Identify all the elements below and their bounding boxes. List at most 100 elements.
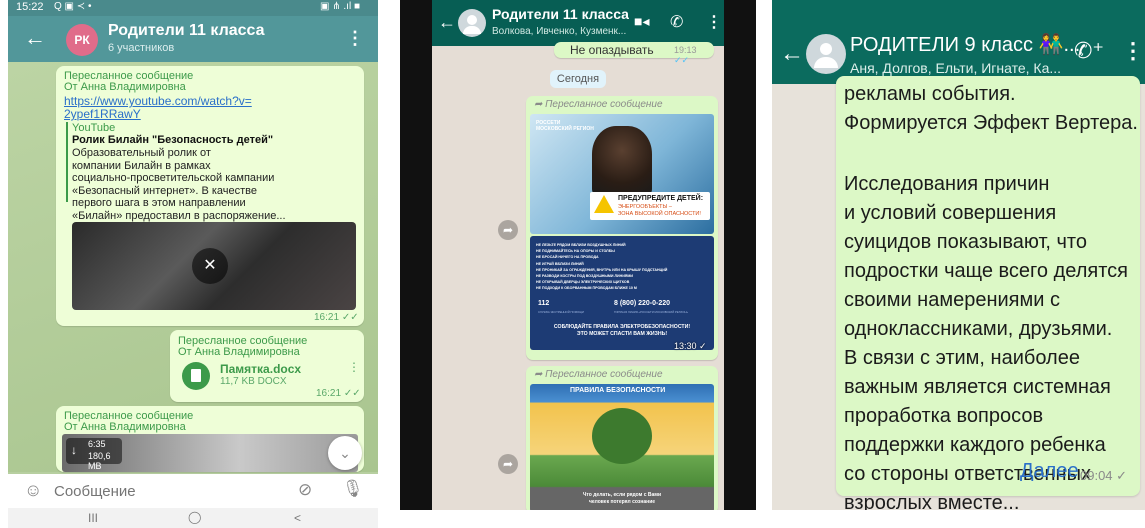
emoji-icon[interactable]: ☺ <box>24 480 42 501</box>
chat-title[interactable]: РОДИТЕЛИ 9 класс 👫... <box>850 32 1080 57</box>
forwarded-message-video-link[interactable]: Пересланное сообщение От Анна Владимиров… <box>56 66 364 326</box>
whatsapp-phone-posters: ← Родители 11 класса Волкова, Ивченко, К… <box>400 0 756 510</box>
forward-from[interactable]: От Анна Владимировна <box>64 421 186 433</box>
group-avatar[interactable] <box>458 9 486 37</box>
chat-header: ← Родители 11 класса Волкова, Ивченко, К… <box>432 0 724 46</box>
group-avatar[interactable] <box>806 34 846 74</box>
poster-phone-a: 112 <box>538 300 550 307</box>
download-arrow-icon[interactable]: ↓ <box>71 443 77 457</box>
date-chip: Сегодня <box>550 70 606 88</box>
file-name[interactable]: Памятка.docx <box>220 362 301 376</box>
status-left-icons: Q ▣ ≺ • <box>54 1 92 12</box>
back-arrow-icon[interactable]: ← <box>438 12 456 33</box>
back-arrow-icon[interactable]: ← <box>780 40 804 68</box>
preview-source: YouTube <box>72 122 116 134</box>
phone-call-icon[interactable]: ✆ <box>670 12 683 32</box>
back-arrow-icon[interactable]: ← <box>24 25 46 51</box>
forward-from[interactable]: От Анна Владимировна <box>64 81 186 93</box>
chat-area[interactable]: рекламы события. Формируется Эффект Верт… <box>772 76 1145 510</box>
message-time: 16:21 ✓✓ <box>316 388 361 399</box>
poster-phone-b: 8 (800) 220-0-220 <box>614 300 671 307</box>
home-button[interactable]: ◯ <box>188 510 201 524</box>
message-input[interactable] <box>52 480 286 502</box>
poster-phone-a-caption: СЛУЖБА ЭКСТРЕННОЙ ПОМОЩИ <box>538 310 584 314</box>
chevron-down-icon: ⌄ <box>339 445 351 461</box>
video-thumbnail[interactable]: ✕ <box>72 222 356 310</box>
double-check-icon: ✓✓ <box>341 312 359 323</box>
add-call-icon[interactable]: ✆⁺ <box>1074 38 1104 64</box>
more-menu-icon[interactable]: ⋮ <box>1122 38 1144 64</box>
microphone-icon[interactable]: 🎙 <box>342 479 364 499</box>
poster-warning-box: ПРЕДУПРЕДИТЕ ДЕТЕЙ: ЭНЕРГООБЪЕКТЫ – ЗОНА… <box>590 192 710 220</box>
scroll-down-button[interactable]: ⌄ <box>328 436 362 470</box>
chat-subtitle: Волкова, Ивченко, Кузменк... <box>492 26 627 37</box>
people-emoji-icon: 👫 <box>1038 34 1064 56</box>
share-forward-icon[interactable]: ➦ <box>498 220 518 240</box>
attach-icon[interactable]: ⊘ <box>298 480 312 500</box>
poster-image-bottom[interactable]: НЕ ЛЕЗЬТЕ РЯДОМ ВБЛИЗИ ВОЗДУШНЫХ ЛИНИЙ НЕ… <box>530 236 714 350</box>
chat-subtitle: Аня, Долгов, Ельти, Игнате, Ка... <box>850 60 1062 76</box>
message-time: 19:13 ✓✓ <box>674 45 697 65</box>
video-duration: 6:35 <box>88 439 106 449</box>
chat-area[interactable]: Пересланное сообщение От Анна Владимиров… <box>8 62 378 472</box>
message-time: 09:04 ✓ <box>1080 468 1128 483</box>
status-time: 15:22 <box>16 1 44 13</box>
forwarded-message-poster[interactable]: ➦ Пересланное сообщение РОССЕТИ МОСКОВСК… <box>526 96 718 360</box>
previous-message[interactable]: Не опаздывать 19:13 ✓✓ <box>554 42 714 65</box>
forward-label: ➦ Пересланное сообщение <box>534 99 663 110</box>
status-bar: 15:22 Q ▣ ≺ • ▣ ⋔ .ıl ■ <box>8 0 378 16</box>
forwarded-message-poster-2[interactable]: ➦ Пересланное сообщение ПРАВИЛА БЕЗОПАСН… <box>526 366 718 510</box>
forwarded-message-video[interactable]: Пересланное сообщение От Анна Владимиров… <box>56 406 364 472</box>
high-voltage-icon <box>594 195 614 213</box>
system-nav-bar: III ◯ < <box>8 508 378 528</box>
close-icon[interactable]: ✕ <box>192 248 228 284</box>
poster-subheading: ЭНЕРГООБЪЕКТЫ – ЗОНА ВЫСОКОЙ ОПАСНОСТИ! <box>618 204 701 217</box>
video-size: 180,6 MB <box>88 451 111 471</box>
chat-area[interactable]: Не опаздывать 19:13 ✓✓ Сегодня ➦ Пересла… <box>432 42 724 510</box>
long-text-message[interactable]: рекламы события. Формируется Эффект Верт… <box>836 76 1140 510</box>
message-text-top: рекламы события. Формируется Эффект Верт… <box>844 83 1138 134</box>
read-more-link[interactable]: Далее <box>1020 460 1079 483</box>
recents-button[interactable]: III <box>88 511 98 525</box>
avatar[interactable]: РК <box>66 24 98 56</box>
document-icon[interactable] <box>182 362 210 390</box>
chat-subtitle: 6 участников <box>108 42 175 54</box>
message-text-main: Исследования причин и условий совершения… <box>844 173 1128 510</box>
preview-title: Ролик Билайн "Безопасность детей" <box>72 134 274 146</box>
file-meta: 11,7 KB DOCX <box>220 376 287 387</box>
poster-rule-item: НЕ ПОДХОДИ К ОБОРВАННЫМ ПРОВОДАМ БЛИЖЕ 1… <box>536 286 637 291</box>
poster2-footer: Что делать, если рядом с Вами человек по… <box>582 492 662 505</box>
poster2-tree <box>592 408 652 464</box>
message-time: 13:30 ✓ <box>674 341 707 351</box>
status-right-icons: ▣ ⋔ .ıl ■ <box>320 1 360 12</box>
forward-from[interactable]: От Анна Владимировна <box>178 346 300 358</box>
video-preview[interactable]: ↓ 6:35 180,6 MB <box>62 434 358 472</box>
forward-arrow-icon: ➦ <box>534 369 546 380</box>
whatsapp-phone-text: ← РОДИТЕЛИ 9 класс 👫... Аня, Долгов, Ель… <box>772 0 1145 510</box>
video-call-icon[interactable]: ■◂ <box>634 13 649 30</box>
chat-title[interactable]: Родители 11 класса <box>492 6 629 22</box>
file-menu-icon[interactable]: ⋮ <box>348 360 360 374</box>
chat-header: ← РК Родители 11 класса 6 участников ⋮ <box>8 16 378 62</box>
forward-label: ➦ Пересланное сообщение <box>534 369 663 380</box>
poster-org: РОССЕТИ МОСКОВСКИЙ РЕГИОН <box>536 120 594 132</box>
back-button[interactable]: < <box>294 511 301 525</box>
chat-header: ← РОДИТЕЛИ 9 класс 👫... Аня, Долгов, Ель… <box>772 0 1145 84</box>
poster-image-safety[interactable]: ПРАВИЛА БЕЗОПАСНОСТИ Что делать, если ря… <box>530 384 714 510</box>
download-badge[interactable]: ↓ 6:35 180,6 MB <box>66 438 122 471</box>
telegram-phone: 15:22 Q ▣ ≺ • ▣ ⋔ .ıl ■ ← РК Родители 11… <box>8 0 378 528</box>
more-menu-icon[interactable]: ⋮ <box>706 12 722 32</box>
chat-title[interactable]: Родители 11 класса <box>108 22 265 40</box>
check-icon: ✓ <box>699 341 707 351</box>
youtube-link[interactable]: https://www.youtube.com/watch?v= 2ypef1R… <box>64 95 252 121</box>
preview-divider <box>66 122 68 202</box>
preview-description: Образовательный ролик от компании Билайн… <box>72 147 286 222</box>
poster-child-figure <box>592 126 652 196</box>
poster-image-top[interactable]: РОССЕТИ МОСКОВСКИЙ РЕГИОН ПРЕДУПРЕДИТЕ Д… <box>530 114 714 234</box>
forwarded-message-file[interactable]: Пересланное сообщение От Анна Владимиров… <box>170 330 364 402</box>
share-forward-icon[interactable]: ➦ <box>498 454 518 474</box>
previous-message-text: Не опаздывать <box>570 43 654 57</box>
more-menu-icon[interactable]: ⋮ <box>346 28 364 49</box>
poster-heading: ПРЕДУПРЕДИТЕ ДЕТЕЙ: <box>618 195 704 202</box>
double-check-icon: ✓✓ <box>343 388 361 399</box>
